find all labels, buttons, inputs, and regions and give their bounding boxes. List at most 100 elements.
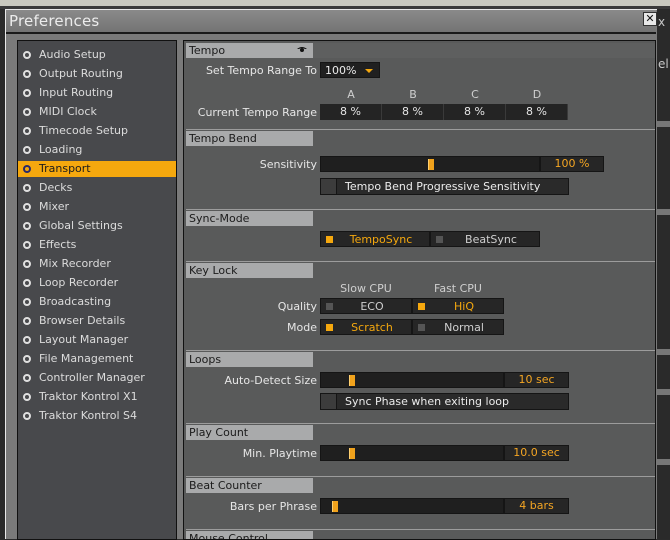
sidebar-item-label: Traktor Kontrol X1 bbox=[39, 390, 138, 403]
sensitivity-label: Sensitivity bbox=[259, 158, 317, 171]
sidebar-item-browser-details[interactable]: Browser Details bbox=[18, 313, 176, 329]
bullet-icon bbox=[23, 279, 31, 287]
sidebar-item-label: Effects bbox=[39, 238, 77, 251]
section-header-loops: Loops bbox=[186, 352, 313, 367]
sidebar-item-effects[interactable]: Effects bbox=[18, 237, 176, 253]
sidebar-item-loop-recorder[interactable]: Loop Recorder bbox=[18, 275, 176, 291]
section-title: Key Lock bbox=[189, 264, 238, 277]
close-button[interactable]: ✕ bbox=[643, 12, 657, 26]
checkbox-label: Sync Phase when exiting loop bbox=[345, 395, 510, 408]
sidebar-item-label: Input Routing bbox=[39, 86, 114, 99]
sidebar-item-label: Decks bbox=[39, 181, 73, 194]
section-header-play-count: Play Count bbox=[186, 425, 313, 440]
deck-a-tempo-range: 8 % bbox=[320, 104, 382, 120]
min-playtime-value: 10.0 sec bbox=[504, 445, 569, 461]
deck-d-label: D bbox=[532, 88, 542, 101]
bullet-icon bbox=[23, 70, 31, 78]
sidebar-item-traktor-kontrol-s4[interactable]: Traktor Kontrol S4 bbox=[18, 408, 176, 424]
sidebar-item-mix-recorder[interactable]: Mix Recorder bbox=[18, 256, 176, 272]
bullet-icon bbox=[23, 108, 31, 116]
sidebar-item-layout-manager[interactable]: Layout Manager bbox=[18, 332, 176, 348]
background-bar bbox=[656, 459, 670, 465]
auto-detect-size-slider[interactable] bbox=[320, 372, 504, 388]
slider-thumb[interactable] bbox=[331, 501, 338, 512]
temposync-option[interactable]: TempoSync bbox=[320, 231, 430, 247]
bullet-icon bbox=[23, 51, 31, 59]
section-divider bbox=[186, 350, 655, 351]
quality-eco-option[interactable]: ECO bbox=[320, 298, 412, 314]
min-playtime-slider[interactable] bbox=[320, 445, 504, 461]
mode-scratch-option[interactable]: Scratch bbox=[320, 319, 412, 335]
radio-indicator bbox=[326, 324, 333, 331]
sidebar-item-label: Traktor Kontrol S4 bbox=[39, 409, 138, 422]
bullet-icon bbox=[23, 260, 31, 268]
slider-thumb[interactable] bbox=[349, 448, 356, 459]
bullet-icon bbox=[23, 241, 31, 249]
sidebar-item-output-routing[interactable]: Output Routing bbox=[18, 66, 176, 82]
deck-b-tempo-range: 8 % bbox=[382, 104, 444, 120]
set-tempo-range-label: Set Tempo Range To bbox=[205, 64, 317, 77]
section-header-sync-mode: Sync-Mode bbox=[186, 211, 313, 226]
sidebar-item-audio-setup[interactable]: Audio Setup bbox=[18, 47, 176, 63]
auto-detect-size-label: Auto-Detect Size bbox=[224, 374, 317, 387]
mode-label: Mode bbox=[287, 321, 317, 334]
bullet-icon bbox=[23, 146, 31, 154]
deck-b-label: B bbox=[409, 88, 417, 101]
bullet-icon bbox=[23, 298, 31, 306]
section-title: Beat Counter bbox=[189, 479, 262, 492]
sidebar-item-broadcasting[interactable]: Broadcasting bbox=[18, 294, 176, 310]
sensitivity-slider[interactable] bbox=[320, 156, 540, 172]
sidebar-item-transport[interactable]: Transport bbox=[18, 161, 176, 177]
slider-thumb[interactable] bbox=[349, 375, 356, 386]
title-bar[interactable]: Preferences ✕ bbox=[6, 10, 657, 32]
sidebar-item-label: Loading bbox=[39, 143, 83, 156]
quality-label: Quality bbox=[277, 300, 317, 313]
background-bar bbox=[656, 389, 670, 395]
quality-hiq-option[interactable]: HiQ bbox=[412, 298, 504, 314]
progressive-sensitivity-checkbox[interactable]: Tempo Bend Progressive Sensitivity bbox=[320, 178, 569, 195]
mode-normal-option[interactable]: Normal bbox=[412, 319, 504, 335]
section-title: Tempo bbox=[189, 44, 226, 57]
sidebar-item-decks[interactable]: Decks bbox=[18, 180, 176, 196]
title-separator bbox=[6, 32, 656, 34]
window-title: Preferences bbox=[9, 12, 100, 30]
section-divider bbox=[186, 129, 655, 130]
sidebar-item-label: File Management bbox=[39, 352, 134, 365]
sidebar-item-loading[interactable]: Loading bbox=[18, 142, 176, 158]
sidebar-item-input-routing[interactable]: Input Routing bbox=[18, 85, 176, 101]
section-divider bbox=[186, 209, 655, 210]
sidebar-item-mixer[interactable]: Mixer bbox=[18, 199, 176, 215]
sync-phase-checkbox[interactable]: Sync Phase when exiting loop bbox=[320, 393, 569, 410]
sidebar-item-timecode-setup[interactable]: Timecode Setup bbox=[18, 123, 176, 139]
sidebar-item-traktor-kontrol-x1[interactable]: Traktor Kontrol X1 bbox=[18, 389, 176, 405]
background-bar bbox=[656, 121, 670, 127]
sidebar-item-label: Loop Recorder bbox=[39, 276, 119, 289]
sidebar-item-label: Controller Manager bbox=[39, 371, 145, 384]
sidebar-item-label: Mixer bbox=[39, 200, 70, 213]
sidebar-item-label: Mix Recorder bbox=[39, 257, 111, 270]
eye-icon[interactable] bbox=[297, 46, 307, 52]
option-label: TempoSync bbox=[349, 233, 413, 246]
bullet-icon bbox=[23, 127, 31, 135]
sidebar-item-file-management[interactable]: File Management bbox=[18, 351, 176, 367]
background-bar bbox=[656, 209, 670, 215]
bullet-icon bbox=[23, 222, 31, 230]
sidebar-item-global-settings[interactable]: Global Settings bbox=[18, 218, 176, 234]
slider-thumb[interactable] bbox=[428, 159, 434, 170]
background-app-right: x el bbox=[656, 9, 670, 539]
sidebar-item-label: Audio Setup bbox=[39, 48, 106, 61]
sidebar-item-controller-manager[interactable]: Controller Manager bbox=[18, 370, 176, 386]
bullet-icon bbox=[23, 355, 31, 363]
tempo-range-dropdown[interactable]: 100% bbox=[320, 62, 380, 78]
sidebar-item-label: Browser Details bbox=[39, 314, 126, 327]
beatsync-option[interactable]: BeatSync bbox=[430, 231, 540, 247]
sidebar-item-label: Layout Manager bbox=[39, 333, 129, 346]
sidebar-item-midi-clock[interactable]: MIDI Clock bbox=[18, 104, 176, 120]
bars-per-phrase-slider[interactable] bbox=[320, 498, 504, 514]
bullet-icon bbox=[23, 203, 31, 211]
preferences-window: Preferences ✕ Audio Setup Output Routing I… bbox=[5, 9, 657, 540]
bullet-icon bbox=[23, 165, 31, 173]
radio-indicator bbox=[326, 236, 333, 243]
section-divider bbox=[186, 423, 655, 424]
radio-indicator bbox=[326, 303, 333, 310]
